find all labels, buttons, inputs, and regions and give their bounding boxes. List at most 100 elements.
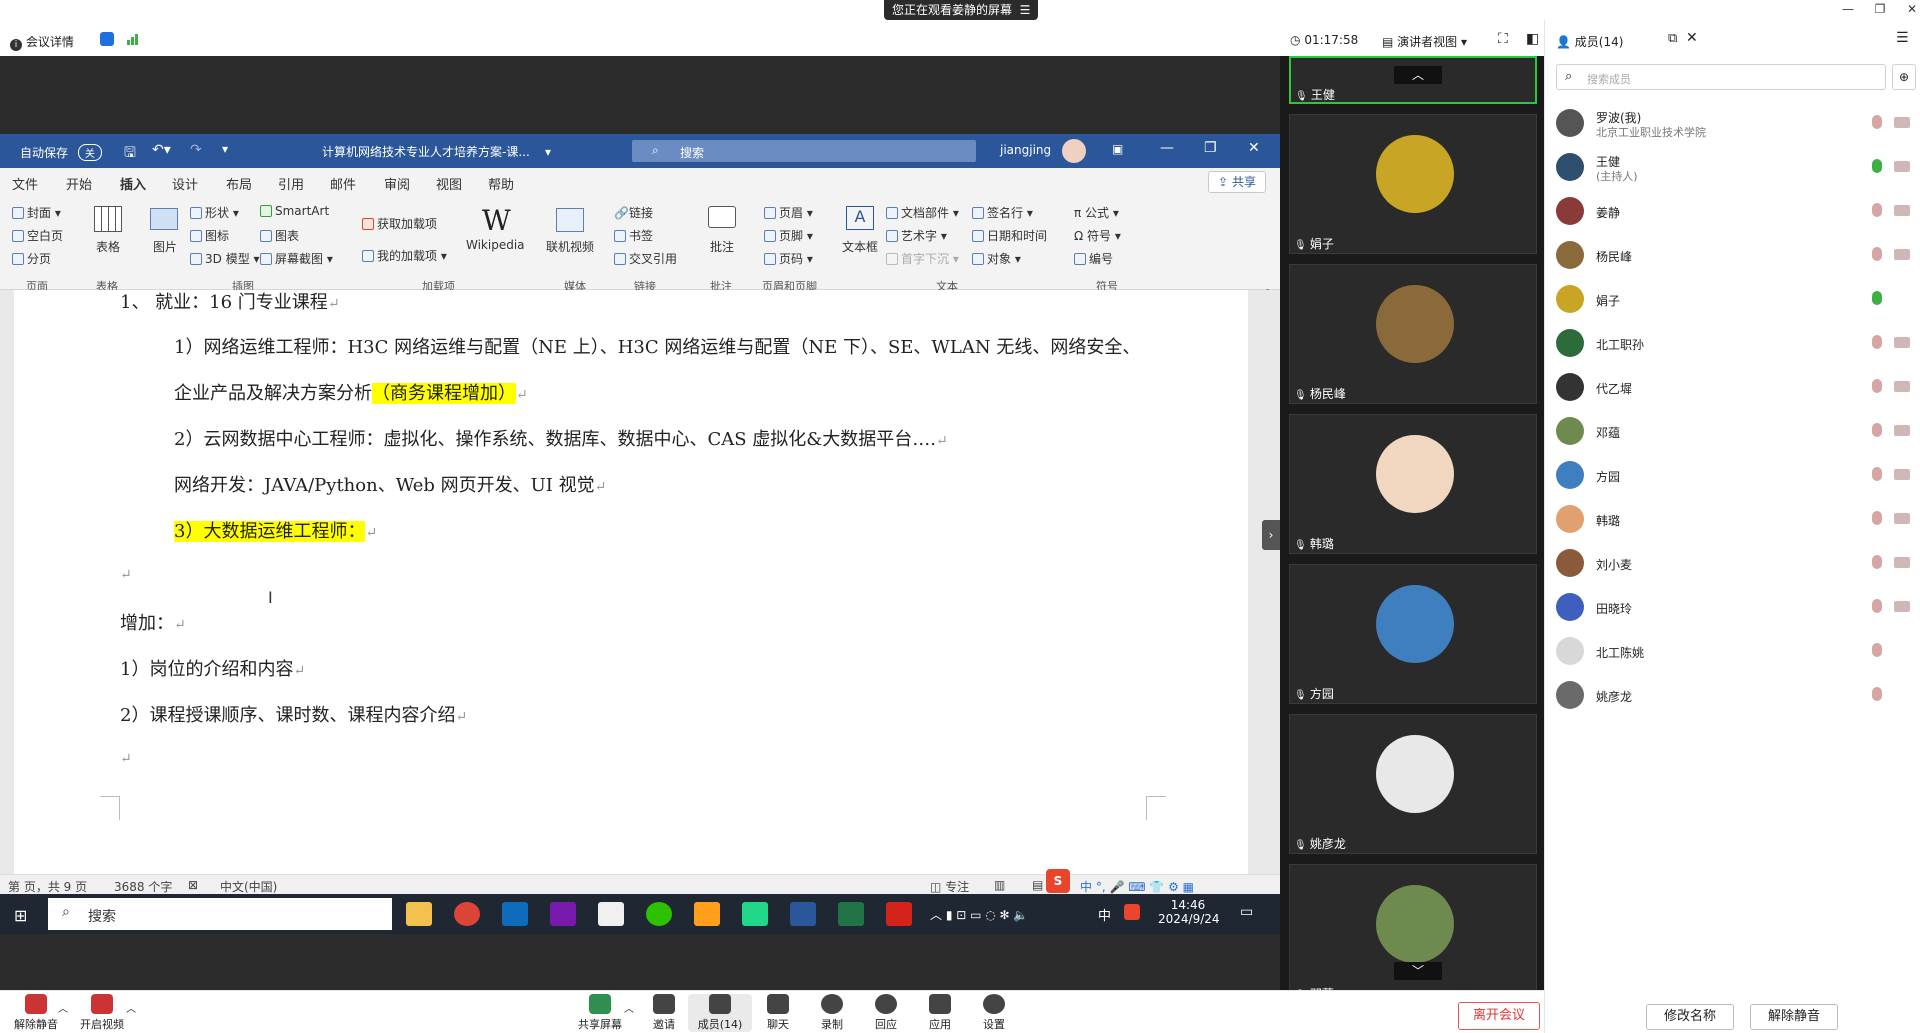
expand-panel-handle[interactable]: › xyxy=(1262,520,1280,550)
doc-line-3[interactable]: 企业产品及解决方案分析（商务课程增加）↵ xyxy=(174,379,528,405)
popout-icon[interactable]: ⧉ xyxy=(1668,31,1677,46)
camera-off-icon[interactable] xyxy=(1894,381,1910,392)
document-title[interactable]: 计算机网络技术专业人才培养方案-课... ▾ xyxy=(322,143,551,160)
3d-models-button[interactable]: 3D 模型 ▾ xyxy=(190,250,260,267)
sidebar-toggle-icon[interactable]: ◧ xyxy=(1526,31,1539,47)
table-icon[interactable] xyxy=(94,206,122,232)
camera-off-icon[interactable] xyxy=(1894,557,1910,568)
member-row[interactable]: 娟子 xyxy=(1556,276,1916,320)
video-tile[interactable]: 🎙 方园 xyxy=(1289,564,1537,704)
tray-icons[interactable]: ︿ ▮ ⊡ ▭ ◌ ✻ 🔈 xyxy=(930,906,1028,923)
doc-line-6[interactable]: 3）大数据运维工程师：↵ xyxy=(174,517,377,543)
datetime-button[interactable]: 日期和时间 xyxy=(972,227,1047,244)
unmute-all-button[interactable]: 解除静音 xyxy=(1750,1004,1838,1030)
footer-button[interactable]: 页脚 ▾ xyxy=(764,227,813,244)
member-row[interactable]: 邓蕴 xyxy=(1556,408,1916,452)
wordart-button[interactable]: 艺术字 ▾ xyxy=(886,227,947,244)
onenote-icon[interactable] xyxy=(550,902,576,926)
ribbon-tab[interactable]: 审阅 xyxy=(384,174,410,193)
camera-off-icon[interactable] xyxy=(1894,161,1910,172)
camera-off-icon[interactable] xyxy=(1894,117,1910,128)
ribbon-tab[interactable]: 邮件 xyxy=(330,174,356,193)
word-count[interactable]: 3688 个字 xyxy=(114,878,172,895)
equation-button[interactable]: π 公式 ▾ xyxy=(1074,204,1119,221)
share-screen-button[interactable]: 共享屏幕 xyxy=(568,994,632,1032)
ribbon-display-icon[interactable]: ▣ xyxy=(1112,142,1123,156)
fullscreen-icon[interactable]: ⛶ xyxy=(1498,31,1508,47)
link-button[interactable]: 🔗链接 xyxy=(614,204,653,221)
signal-icon[interactable] xyxy=(126,33,140,45)
signature-line-button[interactable]: 签名行 ▾ xyxy=(972,204,1033,221)
add-member-icon[interactable]: ⊕ xyxy=(1892,64,1916,90)
page-number-button[interactable]: 页码 ▾ xyxy=(764,250,813,267)
outlook-icon[interactable] xyxy=(502,902,528,926)
start-video-button[interactable]: 开启视频 xyxy=(70,994,134,1032)
word-icon[interactable] xyxy=(790,902,816,926)
typora-icon[interactable] xyxy=(598,902,624,926)
smartart-button[interactable]: SmartArt xyxy=(260,204,329,218)
customize-qat-icon[interactable]: ▾ xyxy=(222,142,228,156)
language-status[interactable]: 中文(中国) xyxy=(220,878,277,895)
acrobat-icon[interactable] xyxy=(886,902,912,926)
undo-icon[interactable]: ↶▾ xyxy=(152,142,171,158)
sogou-ime-icon[interactable]: S xyxy=(1046,869,1070,893)
wechat-icon[interactable] xyxy=(646,902,672,926)
textbox-icon[interactable]: A xyxy=(846,206,874,230)
doc-line-1[interactable]: 1、 就业：16 门专业课程↵ xyxy=(120,288,340,314)
redo-icon[interactable]: ↷ xyxy=(190,142,202,158)
online-video-icon[interactable] xyxy=(556,208,584,232)
chevron-up-icon[interactable]: ︿ xyxy=(126,1000,136,1015)
textbox-label[interactable]: 文本框 xyxy=(842,238,878,255)
invite-button[interactable]: 邀请 xyxy=(632,994,696,1032)
video-tile[interactable]: 🎙 娟子 xyxy=(1289,114,1537,254)
mic-muted-icon[interactable] xyxy=(1872,555,1882,569)
file-explorer-icon[interactable] xyxy=(406,902,432,926)
symbol-button[interactable]: Ω 符号 ▾ xyxy=(1074,227,1121,244)
video-tile[interactable]: 🎙 杨民峰 xyxy=(1289,264,1537,404)
online-video-label[interactable]: 联机视频 xyxy=(546,238,594,255)
video-tile[interactable]: 🎙 韩璐 xyxy=(1289,414,1537,554)
member-row[interactable]: 罗波(我) 北京工业职业技术学院 xyxy=(1556,100,1916,144)
member-row[interactable]: 方园 xyxy=(1556,452,1916,496)
video-tile[interactable]: 🎙 姚彦龙 xyxy=(1289,714,1537,854)
cover-page-button[interactable]: 封面 ▾ xyxy=(12,204,61,221)
mic-muted-icon[interactable] xyxy=(1872,379,1882,393)
scroll-up-icon[interactable]: ︿ xyxy=(1394,66,1442,84)
member-row[interactable]: 王健 (主持人) xyxy=(1556,144,1916,188)
chrome-icon[interactable] xyxy=(454,902,480,926)
chevron-up-icon[interactable]: ︿ xyxy=(58,1000,68,1015)
pictures-label[interactable]: 图片 xyxy=(153,238,177,255)
rename-button[interactable]: 修改名称 xyxy=(1646,1004,1734,1030)
shield-icon[interactable] xyxy=(100,32,114,46)
bookmark-button[interactable]: 书签 xyxy=(614,227,653,244)
panel-menu-icon[interactable]: ☰ xyxy=(1896,30,1909,46)
screen-share-banner[interactable]: 您正在观看姜静的屏幕 ☰ xyxy=(884,0,1039,20)
camera-off-icon[interactable] xyxy=(1894,249,1910,260)
member-row[interactable]: 刘小麦 xyxy=(1556,540,1916,584)
taskbar-clock[interactable]: 14:46 2024/9/24 xyxy=(1158,898,1220,926)
member-row[interactable]: 北工职孙 xyxy=(1556,320,1916,364)
ribbon-tab[interactable]: 帮助 xyxy=(488,174,514,193)
object-button[interactable]: 对象 ▾ xyxy=(972,250,1021,267)
ime-indicator[interactable]: 中 xyxy=(1098,905,1111,924)
mic-on-icon[interactable] xyxy=(1872,159,1882,173)
restore-window-button[interactable]: ❐ xyxy=(1866,2,1894,20)
dropcap-button[interactable]: 首字下沉 ▾ xyxy=(886,250,959,267)
member-row[interactable]: 韩璐 xyxy=(1556,496,1916,540)
word-restore-button[interactable]: ❐ xyxy=(1204,140,1217,156)
word-close-button[interactable]: ✕ xyxy=(1248,140,1260,156)
video-tile[interactable]: 🎙 邓蕴 xyxy=(1289,864,1537,1004)
close-window-button[interactable]: ✕ xyxy=(1898,2,1920,20)
ribbon-tab[interactable]: 视图 xyxy=(436,174,462,193)
close-panel-icon[interactable]: ✕ xyxy=(1686,30,1698,46)
camera-off-icon[interactable] xyxy=(1894,337,1910,348)
sogou-tray-icon[interactable] xyxy=(1124,904,1140,920)
comment-icon[interactable] xyxy=(708,206,736,228)
pycharm-icon[interactable] xyxy=(742,902,768,926)
word-share-button[interactable]: ⇪ 共享 xyxy=(1208,171,1266,193)
member-row[interactable]: 姚彦龙 xyxy=(1556,672,1916,716)
crossref-button[interactable]: 交叉引用 xyxy=(614,250,677,267)
get-addins-button[interactable]: 获取加载项 xyxy=(362,215,437,232)
wikipedia-icon[interactable]: W xyxy=(482,204,511,237)
table-button-label[interactable]: 表格 xyxy=(96,238,120,255)
